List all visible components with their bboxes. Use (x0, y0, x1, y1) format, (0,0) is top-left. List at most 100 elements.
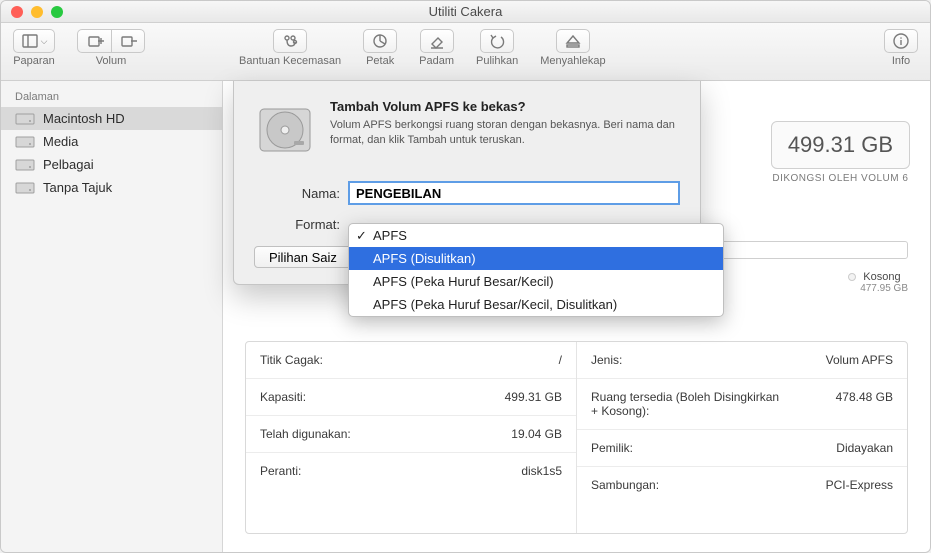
info-value: disk1s5 (521, 464, 562, 478)
sidebar-item-macintosh-hd[interactable]: Macintosh HD (1, 107, 222, 130)
info-col-left: Titik Cagak: / Kapasiti: 499.31 GB Telah d… (246, 342, 577, 533)
info-key: Sambungan: (591, 478, 659, 492)
volume-label: Volum (96, 55, 127, 67)
info-row: Telah digunakan: 19.04 GB (246, 416, 576, 453)
toolbar-group-firstaid: Bantuan Kecemasan (239, 29, 341, 67)
info-button[interactable] (884, 29, 918, 53)
info-label: Info (892, 55, 910, 67)
sidebar-item-media[interactable]: Media (1, 130, 222, 153)
sidebar-item-pelbagai[interactable]: Pelbagai (1, 153, 222, 176)
toolbar-group-restore: Pulihkan (476, 29, 518, 67)
info-key: Peranti: (260, 464, 301, 478)
sheet-description: Volum APFS berkongsi ruang storan dengan… (330, 118, 680, 148)
stethoscope-icon (281, 32, 299, 50)
sidebar: Dalaman Macintosh HD Media Pelbagai Tanp… (1, 81, 223, 552)
zoom-icon[interactable] (51, 6, 63, 18)
view-label: Paparan (13, 55, 55, 67)
sidebar-item-label: Pelbagai (43, 157, 94, 172)
restore-button[interactable] (480, 29, 514, 53)
volume-remove-button[interactable] (111, 29, 145, 53)
toolbar-group-view: ⌵ Paparan (13, 29, 55, 67)
toolbar-group-erase: Padam (419, 29, 454, 67)
mount-label: Menyahlekap (540, 55, 605, 67)
format-option[interactable]: APFS (349, 224, 723, 247)
sidebar-section-header: Dalaman (1, 87, 222, 107)
mount-button[interactable] (556, 29, 590, 53)
toolbar-group-partition: Petak (363, 29, 397, 67)
format-option[interactable]: APFS (Peka Huruf Besar/Kecil) (349, 270, 723, 293)
toolbar-group-info: Info (884, 29, 918, 67)
size-options-button[interactable]: Pilihan Saiz (254, 246, 352, 268)
restore-label: Pulihkan (476, 55, 518, 67)
volume-illustration-icon (254, 99, 316, 161)
info-value: Volum APFS (826, 353, 893, 367)
info-key: Telah digunakan: (260, 427, 351, 441)
info-value: 478.48 GB (836, 390, 893, 418)
volume-minus-icon (119, 32, 137, 50)
capacity-subtitle: DIKONGSI OLEH VOLUM 6 (771, 173, 910, 184)
capacity-summary: 499.31 GB DIKONGSI OLEH VOLUM 6 (771, 121, 910, 184)
info-row: Peranti: disk1s5 (246, 453, 576, 489)
drive-icon (15, 112, 35, 126)
info-value: / (559, 353, 562, 367)
info-value: 499.31 GB (505, 390, 562, 404)
format-option[interactable]: APFS (Disulitkan) (349, 247, 723, 270)
option-label: APFS (Peka Huruf Besar/Kecil, Disulitkan… (373, 297, 617, 312)
info-row: Titik Cagak: / (246, 342, 576, 379)
info-row: Ruang tersedia (Boleh Disingkirkan + Kos… (577, 379, 907, 430)
info-row: Kapasiti: 499.31 GB (246, 379, 576, 416)
close-icon[interactable] (11, 6, 23, 18)
eject-icon (564, 32, 582, 50)
info-row: Sambungan: PCI-Express (577, 467, 907, 503)
info-col-right: Jenis: Volum APFS Ruang tersedia (Boleh D… (577, 342, 907, 533)
toolbar: ⌵ Paparan Volum Bantuan Kecemasan (1, 23, 930, 81)
info-value: PCI-Express (826, 478, 893, 492)
volume-add-button[interactable] (77, 29, 111, 53)
traffic-lights (11, 6, 63, 18)
usage-legend-free: Kosong 477.95 GB (848, 271, 908, 294)
drive-icon (15, 181, 35, 195)
info-row: Pemilik: Didayakan (577, 430, 907, 467)
sidebar-item-label: Macintosh HD (43, 111, 125, 126)
info-icon (892, 32, 910, 50)
erase-button[interactable] (420, 29, 454, 53)
sidebar-item-label: Tanpa Tajuk (43, 180, 112, 195)
titlebar: Utiliti Cakera (1, 1, 930, 23)
restore-icon (488, 32, 506, 50)
sidebar-item-label: Media (43, 134, 78, 149)
free-label: Kosong (863, 271, 900, 283)
info-row: Jenis: Volum APFS (577, 342, 907, 379)
drive-icon (15, 135, 35, 149)
name-input[interactable] (348, 181, 680, 205)
firstaid-button[interactable] (273, 29, 307, 53)
format-option[interactable]: APFS (Peka Huruf Besar/Kecil, Disulitkan… (349, 293, 723, 316)
option-label: APFS (Peka Huruf Besar/Kecil) (373, 274, 554, 289)
info-grid: Titik Cagak: / Kapasiti: 499.31 GB Telah d… (245, 341, 908, 534)
info-value: Didayakan (836, 441, 893, 455)
info-key: Kapasiti: (260, 390, 306, 404)
view-button[interactable]: ⌵ (13, 29, 55, 53)
window: Utiliti Cakera ⌵ Paparan Volum (0, 0, 931, 553)
name-label: Nama: (254, 186, 340, 201)
info-key: Titik Cagak: (260, 353, 323, 367)
partition-label: Petak (366, 55, 394, 67)
firstaid-label: Bantuan Kecemasan (239, 55, 341, 67)
toolbar-group-volume: Volum (77, 29, 145, 67)
window-title: Utiliti Cakera (429, 4, 503, 19)
sheet-title: Tambah Volum APFS ke bekas? (330, 99, 680, 114)
info-value: 19.04 GB (511, 427, 562, 441)
info-key: Pemilik: (591, 441, 633, 455)
info-key: Jenis: (591, 353, 622, 367)
legend-swatch-free (848, 273, 856, 281)
capacity-value: 499.31 GB (771, 121, 910, 169)
sidebar-icon (21, 32, 39, 50)
info-key: Ruang tersedia (Boleh Disingkirkan + Kos… (591, 390, 781, 418)
erase-icon (428, 32, 446, 50)
minimize-icon[interactable] (31, 6, 43, 18)
format-dropdown: APFS APFS (Disulitkan) APFS (Peka Huruf … (348, 223, 724, 317)
free-value: 477.95 GB (860, 283, 908, 294)
partition-button[interactable] (363, 29, 397, 53)
volume-plus-icon (86, 32, 104, 50)
option-label: APFS (373, 228, 407, 243)
sidebar-item-tanpa-tajuk[interactable]: Tanpa Tajuk (1, 176, 222, 199)
